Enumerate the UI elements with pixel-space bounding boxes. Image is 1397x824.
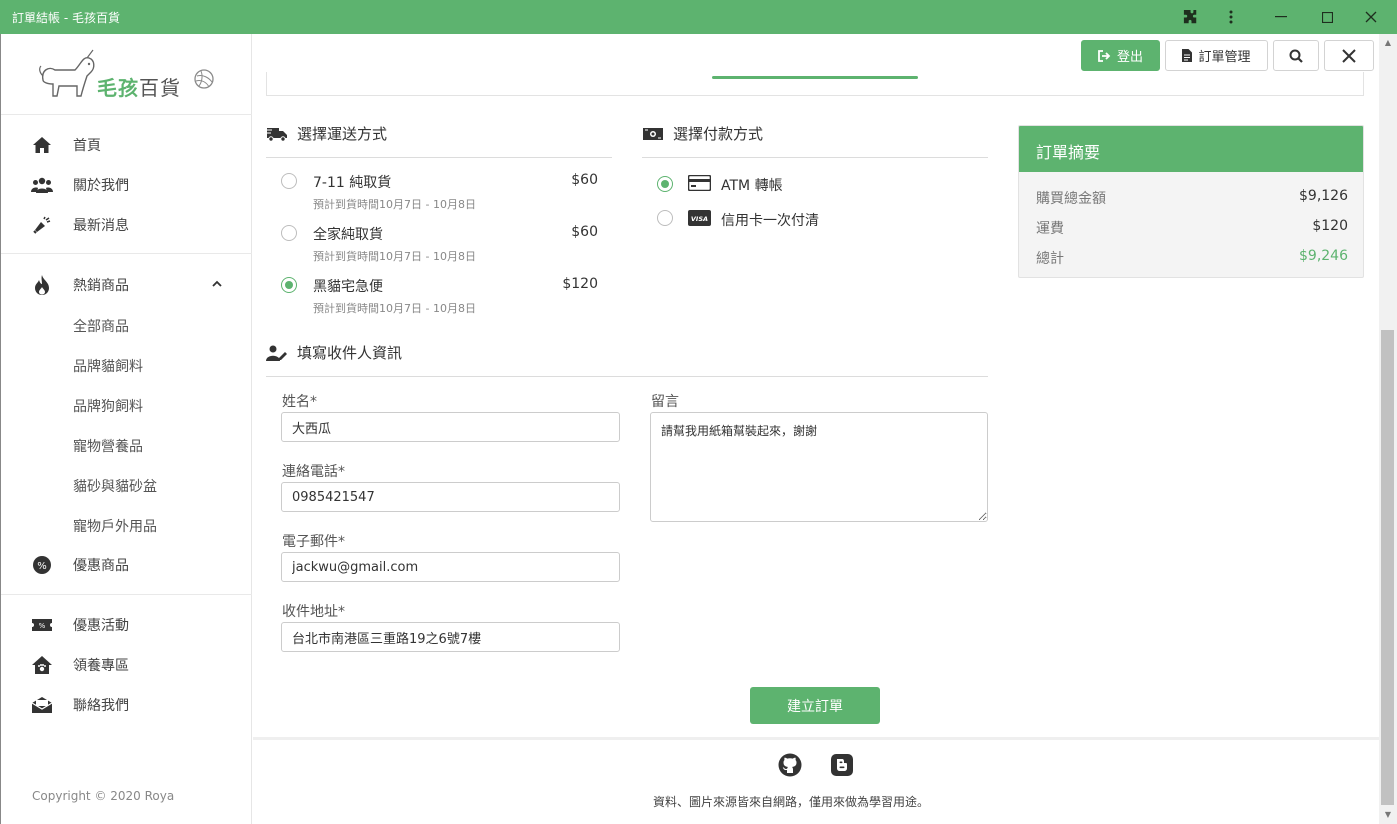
window-title: 訂單結帳 - 毛孩百貨 xyxy=(12,11,120,25)
sidebar-item-promotions[interactable]: % 優惠活動 xyxy=(31,613,129,637)
sidebar: 毛孩百貨 首頁 關於我們 最新消息 熱銷商品 全部商品 品牌貓飼料 品牌狗飼料 … xyxy=(0,34,252,824)
svg-text:%: % xyxy=(37,561,47,572)
name-input[interactable] xyxy=(281,412,620,442)
summary-row-subtotal: 購買總金額 $9,126 xyxy=(1036,188,1348,207)
scroll-down-icon[interactable]: ▼ xyxy=(1383,810,1393,820)
ticket-icon: % xyxy=(31,614,53,636)
shipping-radio-711[interactable] xyxy=(281,173,297,189)
shipping-radio-blackcat[interactable] xyxy=(281,277,297,293)
users-icon xyxy=(31,174,53,196)
shipping-option-name: 黑貓宅急便 xyxy=(313,279,383,295)
logo-text: 毛孩百貨 xyxy=(97,76,181,100)
payment-radio-credit[interactable] xyxy=(657,210,673,226)
summary-row-total: 總計 $9,246 xyxy=(1036,248,1348,267)
envelope-open-icon xyxy=(31,694,53,716)
fire-icon xyxy=(31,274,53,296)
payment-option-label: ATM 轉帳 xyxy=(721,178,783,194)
message-label: 留言 xyxy=(651,394,679,410)
bullhorn-icon xyxy=(31,214,53,236)
order-summary-card: 訂單摘要 購買總金額 $9,126 運費 $120 總計 $9,246 xyxy=(1018,125,1364,278)
site-logo[interactable]: 毛孩百貨 xyxy=(37,46,227,106)
shipping-section-title: 選擇運送方式 xyxy=(266,123,387,144)
sidebar-item-home[interactable]: 首頁 xyxy=(31,133,101,157)
window-titlebar: 訂單結帳 - 毛孩百貨 xyxy=(0,0,1397,34)
minimize-icon[interactable] xyxy=(1263,4,1299,30)
address-input[interactable] xyxy=(281,622,620,652)
shipping-option-price: $120 xyxy=(562,276,598,292)
shipping-option-eta: 預計到貨時間10月7日 - 10月8日 xyxy=(313,250,476,263)
payment-section-title: 選擇付款方式 xyxy=(642,123,763,144)
credit-card-icon xyxy=(688,175,711,191)
chevron-up-icon[interactable] xyxy=(211,278,223,290)
copyright: Copyright © 2020 Roya xyxy=(32,789,175,803)
payment-radio-atm[interactable] xyxy=(657,176,673,192)
order-management-button[interactable]: 訂單管理 xyxy=(1165,40,1268,71)
message-textarea[interactable]: 請幫我用紙箱幫裝起來，謝謝 xyxy=(650,412,988,522)
search-button[interactable] xyxy=(1273,40,1319,71)
shipping-option-price: $60 xyxy=(571,224,598,240)
footer-divider xyxy=(253,737,1379,740)
phone-label: 連絡電話* xyxy=(282,464,345,480)
email-input[interactable] xyxy=(281,552,620,582)
svg-text:VISA: VISA xyxy=(691,215,708,223)
logout-button[interactable]: 登出 xyxy=(1081,40,1160,71)
shipping-option-name: 7-11 純取貨 xyxy=(313,175,392,191)
sidebar-sub-supplements[interactable]: 寵物營養品 xyxy=(73,436,143,456)
github-icon[interactable] xyxy=(778,753,802,777)
dog-logo-icon xyxy=(39,49,95,97)
create-order-button[interactable]: 建立訂單 xyxy=(750,687,880,724)
footer-note: 資料、圖片來源皆來自網路，僅用來做為學習用途。 xyxy=(653,795,930,809)
visa-icon: VISA xyxy=(688,210,711,226)
home-icon xyxy=(31,134,53,156)
extensions-icon[interactable] xyxy=(1172,4,1208,30)
shipping-radio-family[interactable] xyxy=(281,225,297,241)
more-menu-icon[interactable] xyxy=(1213,4,1249,30)
truck-icon xyxy=(266,126,288,142)
sidebar-sub-litter[interactable]: 貓砂與貓砂盆 xyxy=(73,476,157,496)
user-edit-icon xyxy=(266,345,288,361)
sidebar-item-contact[interactable]: 聯絡我們 xyxy=(31,693,129,717)
shipping-option-price: $60 xyxy=(571,172,598,188)
percent-badge-icon: % xyxy=(31,554,53,576)
document-icon xyxy=(1182,49,1193,62)
address-label: 收件地址* xyxy=(282,604,345,620)
summary-row-shipping: 運費 $120 xyxy=(1036,218,1348,237)
house-paw-icon xyxy=(31,654,53,676)
sidebar-item-hot-products[interactable]: 熱銷商品 xyxy=(31,273,129,297)
sidebar-sub-dog-food[interactable]: 品牌狗飼料 xyxy=(73,396,143,416)
money-bill-icon xyxy=(642,127,664,141)
sidebar-sub-cat-food[interactable]: 品牌貓飼料 xyxy=(73,356,143,376)
sign-out-icon xyxy=(1098,49,1111,62)
close-button[interactable] xyxy=(1324,40,1374,71)
cart-action-remnant xyxy=(712,76,918,79)
scrollbar-thumb[interactable] xyxy=(1381,330,1394,805)
yarn-ball-icon xyxy=(194,69,214,89)
search-icon xyxy=(1289,49,1303,63)
name-label: 姓名* xyxy=(282,394,317,410)
sidebar-sub-outdoor[interactable]: 寵物戶外用品 xyxy=(73,516,157,536)
shipping-option-eta: 預計到貨時間10月7日 - 10月8日 xyxy=(313,302,476,315)
sidebar-item-news[interactable]: 最新消息 xyxy=(31,213,129,237)
blogger-icon[interactable] xyxy=(830,753,854,777)
shipping-option-eta: 預計到貨時間10月7日 - 10月8日 xyxy=(313,198,476,211)
svg-text:%: % xyxy=(39,622,46,630)
shipping-option-name: 全家純取貨 xyxy=(313,227,383,243)
payment-option-label: 信用卡一次付清 xyxy=(721,213,819,229)
close-icon xyxy=(1342,48,1356,63)
sidebar-item-discount-products[interactable]: % 優惠商品 xyxy=(31,553,129,577)
sidebar-item-about[interactable]: 關於我們 xyxy=(31,173,129,197)
window-close-icon[interactable] xyxy=(1353,4,1389,30)
sidebar-item-adoption[interactable]: 領養專區 xyxy=(31,653,129,677)
maximize-icon[interactable] xyxy=(1309,4,1345,30)
recipient-section-title: 填寫收件人資訊 xyxy=(266,342,402,363)
sidebar-sub-all[interactable]: 全部商品 xyxy=(73,316,129,336)
scroll-up-icon[interactable]: ▲ xyxy=(1383,38,1393,48)
phone-input[interactable] xyxy=(281,482,620,512)
order-summary-title: 訂單摘要 xyxy=(1019,126,1363,172)
email-label: 電子郵件* xyxy=(282,534,345,550)
